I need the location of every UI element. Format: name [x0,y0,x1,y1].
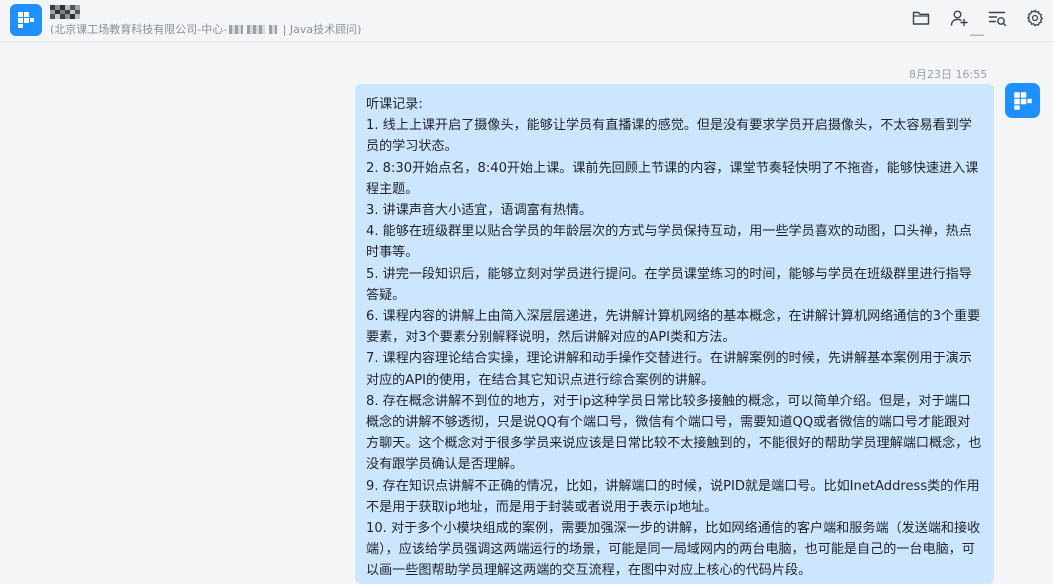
contact-name-redacted [50,5,80,19]
message-line: 8. 存在概念讲解不到位的地方，对于ip这种学员日常比较多接触的概念，可以简单介… [366,393,982,473]
message-line: 9. 存在知识点讲解不正确的情况，比如，讲解端口的时候，说PID就是端口号。比如… [366,478,980,515]
subtitle-org-text: (北京课工场教育科技有限公司-中心- [50,23,228,36]
redacted-block [229,25,244,34]
self-avatar[interactable] [1005,83,1040,118]
contact-avatar[interactable] [10,4,42,36]
settings-gear-icon[interactable] [1025,8,1045,28]
message-line: 5. 讲完一段知识后，能够立刻对学员进行提问。在学员课堂练习的时间，能够与学员在… [366,266,972,303]
message-line: 7. 课程内容理论结合实操，理论讲解和动手操作交替进行。在讲解案例的时候，先讲解… [366,351,972,388]
message-line: 4. 能够在班级群里以贴合学员的年龄层次的方式与学员保持互动，用一些学员喜欢的动… [366,224,972,261]
message-line: 3. 讲课声音大小适宜，语调富有热情。 [366,203,593,219]
message-line: 6. 课程内容的讲解上由简入深层层递进，先讲解计算机网络的基本概念，在讲解计算机… [366,309,981,346]
clipped-text: ▔▔ [970,36,984,46]
subtitle-role-text: | Java技术顾问) [282,23,362,36]
add-user-icon[interactable] [949,8,969,28]
logo-icon [18,12,34,28]
message-line: 1. 线上上课开启了摄像头，能够让学员有直播课的感觉。但是没有要求学员开启摄像头… [366,118,972,155]
header-toolbar [911,8,1045,28]
chat-header: (北京课工场教育科技有限公司-中心- | Java技术顾问) [0,0,1053,42]
message-bubble[interactable]: 听课记录: 1. 线上上课开启了摄像头，能够让学员有直播课的感觉。但是没有要求学… [355,84,994,584]
message-line: 2. 8:30开始点名，8:40开始上课。课前先回顾上节课的内容，课堂节奏轻快明… [366,160,979,197]
message-timestamp: 8月23日 16:55 [909,68,988,81]
redacted-block [247,25,266,34]
contact-subtitle: (北京课工场教育科技有限公司-中心- | Java技术顾问) [50,21,361,37]
logo-icon [1013,91,1032,110]
search-list-icon[interactable] [987,8,1007,28]
folder-icon[interactable] [911,8,931,28]
message-title: 听课记录: [366,97,423,112]
message-line: 10. 对于多个小模块组成的案例，需要加强深一步的讲解，比如网络通信的客户端和服… [366,521,981,579]
redacted-block [269,25,278,34]
